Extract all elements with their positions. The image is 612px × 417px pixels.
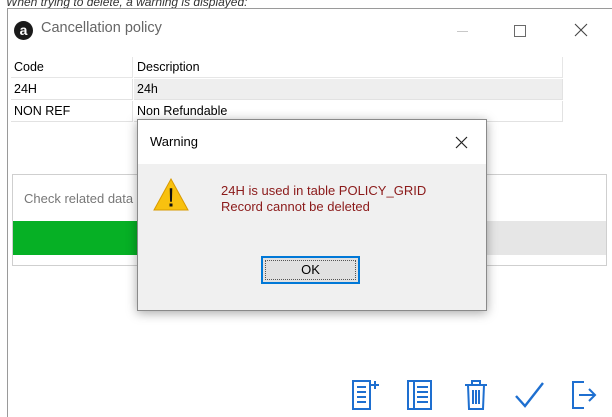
grid-header-row: Code Description	[11, 57, 563, 78]
column-header-code[interactable]: Code	[11, 57, 133, 78]
window-titlebar: a Cancellation policy	[8, 9, 612, 55]
column-header-description[interactable]: Description	[134, 57, 563, 78]
delete-button[interactable]	[461, 377, 493, 413]
confirm-button[interactable]	[513, 377, 545, 413]
add-record-button[interactable]	[350, 377, 382, 413]
exit-icon	[572, 381, 597, 409]
dialog-message-line: Record cannot be deleted	[221, 199, 370, 214]
dialog-message-line: 24H is used in table POLICY_GRID	[221, 183, 427, 198]
warning-icon	[153, 178, 189, 211]
cell-code[interactable]: NON REF	[11, 101, 133, 122]
app-logo-icon: a	[14, 21, 33, 40]
exit-button[interactable]	[568, 377, 600, 413]
delete-icon	[465, 380, 487, 410]
check-status-text: Check related data	[24, 191, 134, 206]
ok-button[interactable]: OK	[261, 256, 360, 284]
list-view-icon	[407, 380, 432, 410]
confirm-check-icon	[515, 382, 544, 408]
table-row[interactable]: 24H 24h	[11, 79, 563, 100]
cell-description[interactable]: 24h	[134, 79, 563, 100]
dialog-titlebar: Warning	[138, 120, 486, 164]
warning-dialog: Warning 24H is used in table POLICY_GRID…	[137, 119, 487, 311]
list-view-button[interactable]	[405, 377, 437, 413]
window-title: Cancellation policy	[41, 20, 162, 36]
window-close-button[interactable]	[558, 9, 604, 53]
cell-code[interactable]: 24H	[11, 79, 133, 100]
close-icon	[455, 136, 468, 149]
minimize-button[interactable]	[440, 9, 486, 53]
maximize-button[interactable]	[497, 9, 543, 53]
dialog-title: Warning	[150, 134, 198, 149]
add-record-icon	[352, 380, 379, 410]
dialog-message: 24H is used in table POLICY_GRID Record …	[221, 183, 426, 215]
dialog-close-button[interactable]	[444, 126, 480, 160]
close-icon	[574, 23, 588, 37]
